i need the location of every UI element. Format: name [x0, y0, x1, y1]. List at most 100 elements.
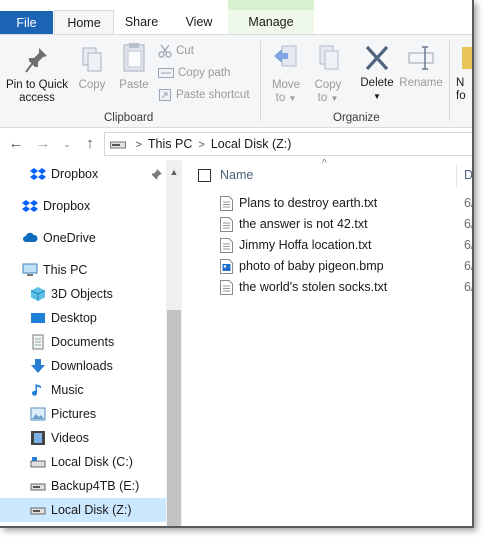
delete-button[interactable]: Delete ▼ — [356, 43, 398, 103]
clipboard-group-label: Clipboard — [104, 112, 154, 124]
column-divider[interactable] — [456, 164, 457, 188]
copy-path-button[interactable]: Copy path — [158, 65, 250, 87]
select-all-checkbox[interactable] — [198, 169, 211, 182]
nav-item-pictures[interactable]: Pictures — [0, 402, 166, 426]
file-date: 6/ — [464, 280, 474, 294]
tab-manage[interactable]: Manage — [228, 10, 314, 34]
tab-file[interactable]: File — [0, 11, 53, 35]
nav-item-label: Videos — [51, 431, 89, 445]
document-icon — [32, 334, 44, 350]
copy-path-label: Copy path — [178, 67, 231, 79]
file-date: 6/ — [464, 217, 474, 231]
new-label-line1: N — [456, 77, 465, 89]
file-name: Plans to destroy earth.txt — [239, 196, 378, 210]
nav-item-dropbox[interactable]: Dropbox — [0, 194, 166, 218]
new-folder-button[interactable]: N fo — [456, 43, 472, 103]
drive-icon — [110, 141, 126, 149]
address-bar[interactable]: > This PC > Local Disk (Z:) — [104, 132, 472, 156]
nav-item-backup4tb-e[interactable]: Backup4TB (E:) — [0, 474, 166, 498]
paste-button[interactable]: Paste — [114, 41, 154, 92]
copy-to-dropdown-icon: ▼ — [330, 94, 339, 103]
copy-icon — [82, 47, 102, 72]
back-arrow-icon[interactable]: ← — [7, 134, 25, 154]
cut-label: Cut — [176, 45, 194, 57]
pin-label-line1: Pin to Quick — [6, 79, 68, 91]
pin-icon — [25, 48, 47, 73]
nav-item-label: OneDrive — [43, 231, 96, 245]
nav-item-onedrive[interactable]: OneDrive — [0, 226, 166, 250]
tab-share[interactable]: Share — [113, 10, 170, 34]
rename-icon — [408, 46, 434, 70]
cube-icon — [30, 287, 46, 301]
pin-label-line2: access — [19, 92, 55, 104]
copy-label: Copy — [78, 79, 106, 91]
file-name: the answer is not 42.txt — [239, 217, 368, 231]
breadcrumb-chevron-icon: > — [135, 139, 142, 151]
computer-icon — [22, 263, 38, 276]
nav-item-dropbox-quick[interactable]: Dropbox — [0, 162, 166, 186]
nav-item-desktop[interactable]: Desktop — [0, 306, 166, 330]
clipboard-small-buttons: Cut Copy path Paste shortcut — [158, 43, 250, 109]
recent-locations-chevron-icon[interactable]: ⌄ — [58, 134, 76, 154]
forward-arrow-icon[interactable]: → — [34, 134, 52, 154]
nav-item-local-disk-c[interactable]: Local Disk (C:) — [0, 450, 166, 474]
file-name: photo of baby pigeon.bmp — [239, 259, 384, 273]
file-date: 6/ — [464, 259, 474, 273]
address-bar-row: ← → ⌄ ↑ > This PC > Local Disk (Z:) — [0, 128, 472, 160]
nav-item-videos[interactable]: Videos — [0, 426, 166, 450]
file-date: 6/ — [464, 196, 474, 210]
drive-icon — [30, 507, 46, 515]
dropbox-icon — [22, 200, 38, 212]
copy-to-button[interactable]: Copy to ▼ — [308, 43, 348, 105]
nav-item-label: Music — [51, 383, 84, 397]
up-arrow-icon[interactable]: ↑ — [81, 134, 99, 154]
move-to-label-line2: to — [275, 92, 286, 104]
file-row[interactable]: the answer is not 42.txt 6/ — [186, 214, 472, 235]
download-icon — [31, 359, 45, 373]
nav-item-label: Desktop — [51, 311, 97, 325]
desktop-icon — [31, 313, 45, 323]
drive-tools-band — [228, 0, 314, 10]
group-separator — [449, 41, 450, 121]
breadcrumb-local-disk-z[interactable]: Local Disk (Z:) — [211, 137, 292, 151]
column-header-row: ^ Name D — [186, 158, 472, 190]
scroll-up-arrow-icon[interactable]: ▲ — [166, 164, 182, 180]
nav-item-label: Local Disk (C:) — [51, 455, 133, 469]
nav-item-local-disk-z[interactable]: Local Disk (Z:) — [0, 498, 166, 522]
column-header-date[interactable]: D — [464, 168, 472, 182]
copy-button[interactable]: Copy — [72, 45, 112, 92]
file-row[interactable]: photo of baby pigeon.bmp 6/ — [186, 256, 472, 277]
file-explorer-window: File Home Share View Manage Pin to Quick… — [0, 0, 474, 528]
cut-button[interactable]: Cut — [158, 43, 250, 65]
file-list-pane: ^ Name D Plans to destroy earth.txt 6/ t… — [186, 158, 472, 526]
file-name: Jimmy Hoffa location.txt — [239, 238, 372, 252]
drive-icon — [30, 457, 46, 468]
file-row[interactable]: Plans to destroy earth.txt 6/ — [186, 193, 472, 214]
nav-item-documents[interactable]: Documents — [0, 330, 166, 354]
dropbox-icon — [30, 168, 46, 180]
breadcrumb-this-pc[interactable]: This PC — [148, 137, 192, 151]
move-to-button[interactable]: Move to ▼ — [268, 43, 304, 105]
nav-item-this-pc[interactable]: This PC — [0, 258, 166, 282]
music-icon — [32, 384, 41, 396]
pin-to-quick-access-button[interactable]: Pin to Quick access — [2, 45, 72, 105]
paste-shortcut-button[interactable]: Paste shortcut — [158, 87, 250, 109]
move-to-label-line1: Move — [271, 79, 301, 91]
tab-view[interactable]: View — [171, 10, 227, 34]
file-row[interactable]: the world's stolen socks.txt 6/ — [186, 277, 472, 298]
delete-label: Delete — [360, 77, 394, 89]
file-row[interactable]: Jimmy Hoffa location.txt 6/ — [186, 235, 472, 256]
copy-path-icon — [158, 67, 174, 78]
nav-item-3d-objects[interactable]: 3D Objects — [0, 282, 166, 306]
picture-icon — [30, 407, 46, 421]
nav-item-downloads[interactable]: Downloads — [0, 354, 166, 378]
text-file-icon — [220, 217, 233, 232]
pinned-icon — [152, 169, 162, 179]
nav-item-music[interactable]: Music — [0, 378, 166, 402]
column-header-name[interactable]: Name — [220, 168, 253, 182]
tab-home[interactable]: Home — [54, 10, 114, 36]
paste-shortcut-icon — [159, 88, 171, 101]
nav-scrollbar-thumb[interactable] — [167, 310, 181, 526]
nav-item-label: Dropbox — [51, 167, 99, 181]
rename-button[interactable]: Rename — [398, 43, 444, 90]
